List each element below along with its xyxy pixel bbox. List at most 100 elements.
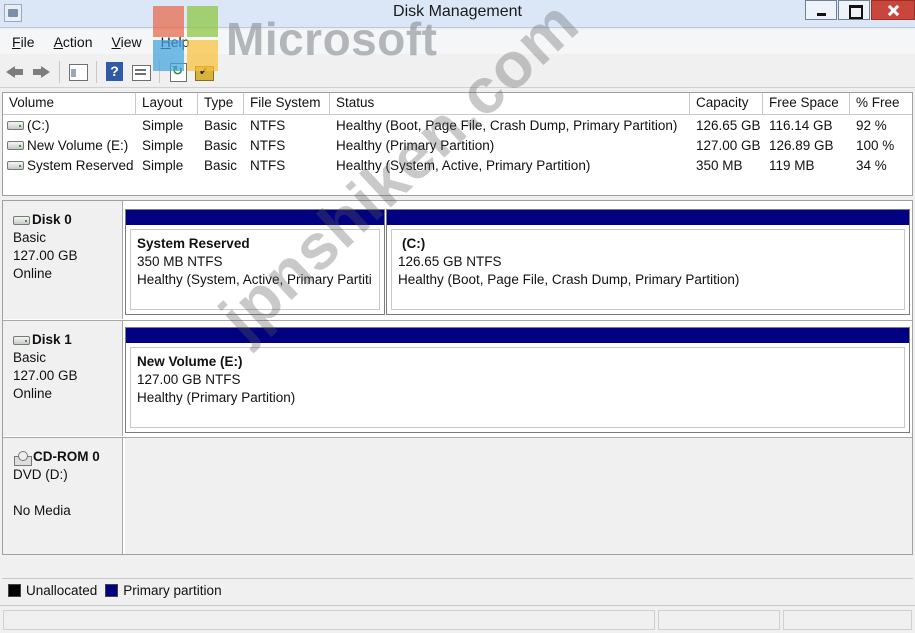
console-tree-icon[interactable]	[67, 61, 89, 83]
legend-label: Primary partition	[123, 583, 222, 598]
disk-label-disk-1[interactable]: Disk 1 Basic 127.00 GB Online	[3, 321, 123, 436]
volume-type: Basic	[204, 117, 238, 133]
forward-arrow-icon[interactable]	[30, 61, 52, 83]
volume-name: New Volume (E:)	[27, 137, 129, 153]
volume-free-space: 119 MB	[769, 157, 815, 173]
properties-icon[interactable]	[193, 61, 215, 83]
partition-status: Healthy (Boot, Page File, Crash Dump, Pr…	[398, 272, 740, 287]
menu-action-mnemonic: A	[53, 34, 63, 50]
toolbar-separator	[96, 60, 97, 83]
disk-size: 127.00 GB	[13, 248, 78, 263]
menu-file-label: ile	[20, 34, 35, 50]
partition-status: Healthy (Primary Partition)	[137, 390, 296, 405]
volume-free-space: 126.89 GB	[769, 137, 834, 153]
partition-name: System Reserved	[137, 236, 250, 251]
partition-bar	[126, 328, 909, 343]
cd-rom-icon	[13, 450, 32, 466]
legend-item-primary-partition: Primary partition	[105, 583, 222, 598]
volume-percent-free: 34 %	[856, 157, 887, 173]
partition-size: 350 MB NTFS	[137, 254, 223, 269]
column-header-volume[interactable]: Volume	[3, 93, 136, 115]
disk-label-disk-0[interactable]: Disk 0 Basic 127.00 GB Online	[3, 201, 123, 319]
column-header-status[interactable]: Status	[330, 93, 690, 115]
menu-action[interactable]: Action	[48, 34, 106, 50]
partition-system-reserved[interactable]: System Reserved 350 MB NTFS Healthy (Sys…	[125, 209, 385, 315]
table-row[interactable]: New Volume (E:) Simple Basic NTFS Health…	[3, 135, 912, 155]
disk-state: No Media	[13, 503, 71, 518]
window-title: Disk Management	[393, 3, 522, 20]
volume-status: Healthy (Boot, Page File, Crash Dump, Pr…	[336, 117, 678, 133]
back-arrow-icon[interactable]	[4, 61, 26, 83]
volume-status: Healthy (System, Active, Primary Partiti…	[336, 157, 591, 173]
hard-drive-icon	[13, 215, 30, 225]
toolbar	[0, 56, 915, 88]
legend-swatch-unallocated	[8, 584, 21, 597]
menu-action-label: ction	[62, 34, 93, 50]
disk-row-disk-0: Disk 0 Basic 127.00 GB Online System Res…	[3, 201, 912, 319]
disk-graphical-view: Disk 0 Basic 127.00 GB Online System Res…	[2, 200, 913, 555]
column-header-free-space[interactable]: Free Space	[763, 93, 850, 115]
partition-status: Healthy (System, Active, Primary Partiti	[137, 272, 372, 287]
minimize-button[interactable]	[805, 0, 837, 20]
status-pane	[3, 610, 655, 630]
disk-row-disk-1: Disk 1 Basic 127.00 GB Online New Volume…	[3, 321, 912, 436]
hard-drive-icon	[7, 120, 24, 130]
volume-file-system: NTFS	[250, 117, 286, 133]
cd-rom-empty-area	[125, 438, 912, 554]
column-header-type[interactable]: Type	[198, 93, 244, 115]
table-row[interactable]: (C:) Simple Basic NTFS Healthy (Boot, Pa…	[3, 115, 912, 135]
refresh-icon[interactable]	[167, 61, 189, 83]
menu-help-mnemonic: H	[160, 34, 171, 50]
menu-view[interactable]: View	[106, 34, 155, 50]
disk-type: Basic	[13, 230, 47, 245]
partition-new-volume-e[interactable]: New Volume (E:) 127.00 GB NTFS Healthy (…	[125, 327, 910, 433]
partition-size: 126.65 GB NTFS	[398, 254, 502, 269]
toolbar-separator	[59, 60, 60, 83]
partition-c-drive[interactable]: (C:) 126.65 GB NTFS Healthy (Boot, Page …	[386, 209, 910, 315]
volume-list: Volume Layout Type File System Status Ca…	[2, 92, 913, 196]
disk-state: Online	[13, 266, 53, 281]
volume-capacity: 350 MB	[696, 157, 743, 173]
disk-name: Disk 0	[32, 212, 72, 227]
volume-percent-free: 100 %	[856, 137, 895, 153]
partition-bar	[387, 210, 909, 225]
maximize-button[interactable]	[838, 0, 870, 20]
menu-help-label: elp	[170, 34, 190, 50]
menu-file-mnemonic: F	[12, 34, 21, 50]
partition-bar	[126, 210, 384, 225]
menu-view-mnemonic: V	[111, 34, 121, 50]
legend-swatch-primary-partition	[105, 584, 119, 597]
disk-size: 127.00 GB	[13, 368, 78, 383]
volume-name: System Reserved	[27, 157, 134, 173]
help-icon[interactable]	[104, 61, 126, 83]
column-header-percent-free[interactable]: % Free	[850, 93, 912, 115]
close-button[interactable]	[871, 0, 915, 20]
volume-capacity: 127.00 GB	[696, 137, 761, 153]
column-header-capacity[interactable]: Capacity	[690, 93, 763, 115]
toolbar-separator	[159, 60, 160, 83]
volume-name: (C:)	[27, 117, 50, 133]
status-pane	[783, 610, 912, 630]
menu-file[interactable]: File	[6, 34, 48, 50]
disk-state: Online	[13, 386, 53, 401]
hard-drive-icon	[7, 160, 24, 170]
column-header-layout[interactable]: Layout	[136, 93, 198, 115]
partition-name: (C:)	[402, 236, 426, 251]
title-bar: Disk Management	[0, 0, 915, 28]
disk-label-cd-rom-0[interactable]: CD-ROM 0 DVD (D:) No Media	[3, 438, 123, 554]
hard-drive-icon	[7, 140, 24, 150]
status-bar	[0, 605, 915, 633]
disk-name: CD-ROM 0	[33, 449, 100, 464]
status-pane	[658, 610, 780, 630]
legend-item-unallocated: Unallocated	[8, 583, 97, 598]
volume-type: Basic	[204, 157, 238, 173]
volume-status: Healthy (Primary Partition)	[336, 137, 495, 153]
list-view-icon[interactable]	[130, 61, 152, 83]
menu-help[interactable]: Help	[155, 34, 203, 50]
disk-type: Basic	[13, 350, 47, 365]
table-row[interactable]: System Reserved Simple Basic NTFS Health…	[3, 155, 912, 175]
volume-layout: Simple	[142, 117, 184, 133]
menu-bar: File Action View Help	[0, 30, 915, 54]
column-header-file-system[interactable]: File System	[244, 93, 330, 115]
